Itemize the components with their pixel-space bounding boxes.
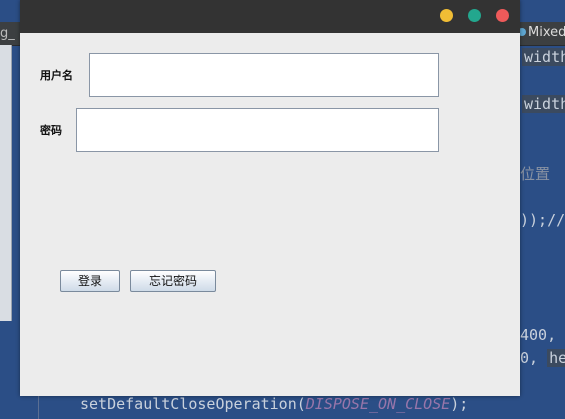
password-input[interactable] bbox=[76, 108, 439, 152]
code-fragment: width bbox=[522, 48, 565, 66]
close-button[interactable] bbox=[496, 9, 509, 22]
forgot-password-button[interactable]: 忘记密码 bbox=[130, 270, 216, 292]
ide-tab-fragment[interactable]: g_ bbox=[0, 26, 15, 41]
code-fragment: 400, bbox=[520, 326, 557, 344]
code-comment-fragment: 位置 bbox=[520, 165, 551, 183]
login-button[interactable]: 登录 bbox=[60, 270, 120, 292]
username-label: 用户名 bbox=[40, 69, 73, 82]
code-fragment: width bbox=[522, 95, 565, 113]
ide-tab-mixed-label: Mixed bbox=[528, 25, 565, 40]
login-window: 用户名 密码 登录 忘记密码 bbox=[20, 0, 520, 396]
code-line-close-operation: setDefaultCloseOperation(DISPOSE_ON_CLOS… bbox=[80, 395, 469, 413]
desktop: g_ Mixed width width 位置 ));// 400, 0, he… bbox=[0, 0, 565, 419]
code-fragment: 0, he bbox=[520, 349, 565, 367]
code-fragment: ));// bbox=[520, 211, 565, 229]
minimize-button[interactable] bbox=[440, 9, 453, 22]
ide-project-panel-edge bbox=[0, 45, 12, 321]
window-titlebar[interactable] bbox=[20, 0, 520, 33]
username-input[interactable] bbox=[89, 53, 439, 97]
ide-tab-mixed[interactable]: Mixed bbox=[518, 25, 565, 40]
maximize-button[interactable] bbox=[468, 9, 481, 22]
password-label: 密码 bbox=[40, 124, 62, 137]
